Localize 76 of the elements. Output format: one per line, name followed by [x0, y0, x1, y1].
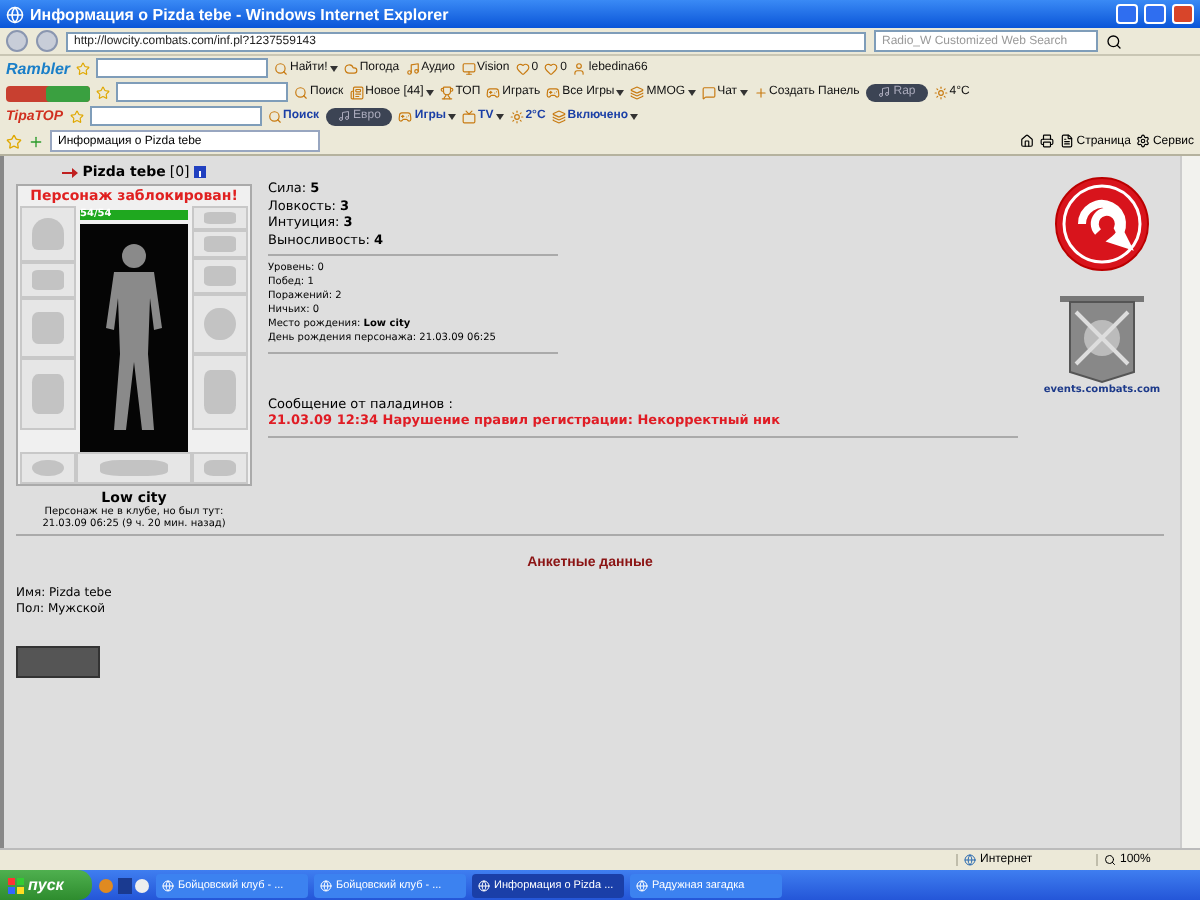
caret-icon	[739, 89, 748, 95]
globe-icon	[636, 879, 648, 891]
caret-icon	[425, 89, 434, 95]
caret-icon	[329, 65, 338, 71]
arrow-icon	[62, 167, 79, 177]
equipment-slot[interactable]	[20, 206, 76, 262]
plus-icon	[753, 85, 768, 99]
toolbar-logo[interactable]: Rambler	[6, 59, 71, 77]
equipment-slot[interactable]	[20, 452, 76, 484]
music-icon	[337, 110, 350, 122]
globe-icon	[162, 879, 174, 891]
equipment-slot[interactable]	[192, 294, 248, 354]
add-favorite-icon[interactable]	[28, 133, 44, 149]
gamepad-icon	[398, 109, 413, 123]
print-icon[interactable]	[1040, 134, 1055, 148]
toolbar-search-field[interactable]	[96, 58, 269, 78]
layers-icon	[630, 85, 645, 99]
star-icon[interactable]	[69, 109, 84, 123]
tv-icon	[462, 109, 477, 123]
equipment-slot[interactable]	[20, 298, 76, 358]
page-icon	[1060, 134, 1075, 148]
equipment-slot[interactable]	[192, 258, 248, 294]
star-icon[interactable]	[96, 85, 110, 99]
equipment-slot[interactable]	[20, 262, 76, 298]
caret-icon	[616, 89, 625, 95]
search-icon	[267, 109, 282, 123]
cloud-icon	[343, 61, 358, 75]
caret-icon	[687, 89, 696, 95]
layers-icon	[551, 109, 566, 123]
info-icon[interactable]	[193, 166, 206, 178]
maximize-button[interactable]	[1144, 4, 1166, 24]
search-icon[interactable]	[1106, 33, 1122, 49]
gamepad-icon	[486, 85, 501, 99]
user-icon	[572, 61, 587, 75]
toolbar-logo-drawing[interactable]	[6, 83, 90, 101]
window-title: Информация о Pizda tebe - Windows Internet Explorer	[30, 5, 451, 23]
globe-icon	[478, 879, 490, 891]
banner-emblem-icon	[1056, 292, 1148, 384]
forward-button[interactable]	[36, 30, 58, 52]
zoom-icon	[1104, 854, 1116, 866]
chat-icon	[701, 85, 716, 99]
search-icon	[294, 85, 308, 99]
newspaper-icon	[349, 85, 364, 99]
equipment-slot[interactable]	[192, 206, 248, 230]
search-icon	[274, 61, 289, 75]
globe-icon	[320, 879, 332, 891]
equipment-slot[interactable]	[192, 354, 248, 430]
favorites-star-icon[interactable]	[6, 133, 22, 149]
equipment-slot[interactable]	[20, 358, 76, 430]
trophy-icon	[439, 85, 454, 99]
equipment-slot[interactable]	[76, 452, 192, 484]
scrollbar[interactable]	[1180, 156, 1200, 848]
toolbar-search-field[interactable]	[116, 82, 288, 102]
sun-icon	[933, 85, 948, 99]
music-icon	[877, 86, 890, 98]
gamepad-icon	[546, 85, 561, 99]
toolbar-search-field[interactable]	[89, 106, 262, 126]
close-button[interactable]	[1172, 4, 1194, 24]
globe-icon	[6, 5, 24, 23]
sun-icon	[509, 109, 524, 123]
windows-logo-icon	[8, 877, 24, 893]
star-icon[interactable]	[76, 61, 91, 75]
counter-banner[interactable]	[16, 646, 100, 678]
globe-icon	[964, 854, 976, 866]
equipment-slot[interactable]	[192, 230, 248, 258]
music-icon	[405, 61, 420, 75]
settings-icon	[1136, 134, 1151, 148]
caret-icon	[448, 113, 457, 119]
caret-icon	[495, 113, 504, 119]
back-button[interactable]	[6, 30, 28, 52]
monitor-icon	[461, 61, 475, 75]
home-icon[interactable]	[1020, 134, 1035, 148]
equipment-slot[interactable]	[192, 452, 248, 484]
caret-icon	[630, 113, 639, 119]
quick-launch-icon[interactable]	[98, 877, 150, 893]
minimize-button[interactable]	[1116, 4, 1138, 24]
